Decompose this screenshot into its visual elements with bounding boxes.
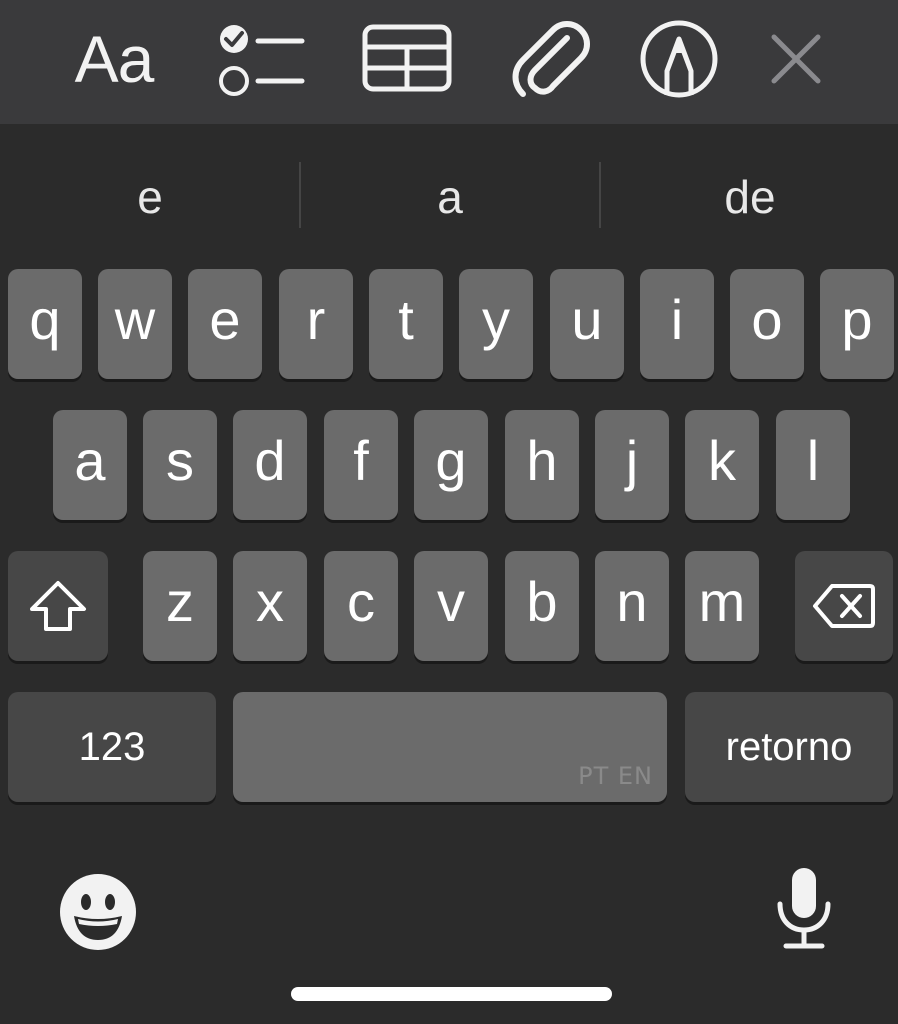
key-a[interactable]: a xyxy=(53,410,127,520)
key-label: s xyxy=(166,429,194,492)
microphone-icon xyxy=(777,868,831,949)
delete-key[interactable] xyxy=(795,551,893,661)
key-u[interactable]: u xyxy=(550,269,624,379)
markup-button[interactable] xyxy=(629,14,729,104)
key-z[interactable]: z xyxy=(143,551,217,661)
table-button[interactable] xyxy=(357,14,457,104)
key-label: w xyxy=(114,288,156,351)
key-label: y xyxy=(482,288,510,351)
numbers-key-label: 123 xyxy=(78,725,146,769)
key-label: b xyxy=(526,570,558,633)
paperclip-icon xyxy=(512,21,590,97)
key-b[interactable]: b xyxy=(505,551,579,661)
home-indicator[interactable] xyxy=(291,987,612,1001)
key-s[interactable]: s xyxy=(143,410,217,520)
suggestion-item[interactable]: a xyxy=(300,162,600,232)
key-x[interactable]: x xyxy=(233,551,307,661)
format-text-button[interactable]: Aa xyxy=(64,14,164,104)
markup-pen-icon xyxy=(640,20,718,98)
key-p[interactable]: p xyxy=(820,269,894,379)
dictation-button[interactable] xyxy=(772,866,836,950)
space-language-indicator: PT EN xyxy=(578,762,653,790)
key-y[interactable]: y xyxy=(459,269,533,379)
key-h[interactable]: h xyxy=(505,410,579,520)
key-label: i xyxy=(670,288,684,351)
format-text-label: Aa xyxy=(74,22,155,96)
table-icon xyxy=(362,24,452,92)
key-label: q xyxy=(29,288,61,351)
key-label: v xyxy=(437,570,465,633)
key-w[interactable]: w xyxy=(98,269,172,379)
key-t[interactable]: t xyxy=(369,269,443,379)
key-label: p xyxy=(841,288,873,351)
predictive-suggestions-bar: e a de xyxy=(0,124,898,264)
key-k[interactable]: k xyxy=(685,410,759,520)
suggestion-item[interactable]: e xyxy=(0,162,300,232)
key-g[interactable]: g xyxy=(414,410,488,520)
key-label: c xyxy=(347,570,375,633)
key-label: o xyxy=(751,288,783,351)
close-icon xyxy=(771,34,821,84)
keyboard-screen: Aa e a de q w e r t y u i o p a s d f g … xyxy=(0,0,898,1024)
key-label: a xyxy=(74,429,106,492)
key-label: h xyxy=(526,429,558,492)
key-label: d xyxy=(254,429,286,492)
key-m[interactable]: m xyxy=(685,551,759,661)
key-r[interactable]: r xyxy=(279,269,353,379)
key-c[interactable]: c xyxy=(324,551,398,661)
key-n[interactable]: n xyxy=(595,551,669,661)
close-toolbar-button[interactable] xyxy=(746,14,846,104)
key-label: u xyxy=(571,288,603,351)
key-label: l xyxy=(806,429,820,492)
key-label: f xyxy=(353,429,369,492)
key-label: j xyxy=(625,429,639,492)
checklist-icon xyxy=(219,25,305,96)
key-d[interactable]: d xyxy=(233,410,307,520)
key-label: g xyxy=(435,429,467,492)
backspace-icon xyxy=(813,584,875,628)
key-label: n xyxy=(616,570,648,633)
key-label: k xyxy=(708,429,736,492)
attachment-button[interactable] xyxy=(500,14,600,104)
key-label: e xyxy=(209,288,241,351)
format-toolbar: Aa xyxy=(0,0,898,124)
key-label: m xyxy=(698,570,746,633)
numbers-key[interactable]: 123 xyxy=(8,692,216,802)
key-q[interactable]: q xyxy=(8,269,82,379)
key-o[interactable]: o xyxy=(730,269,804,379)
key-j[interactable]: j xyxy=(595,410,669,520)
return-key-label: retorno xyxy=(725,725,853,769)
key-l[interactable]: l xyxy=(776,410,850,520)
key-label: z xyxy=(166,570,194,633)
checklist-button[interactable] xyxy=(210,14,310,104)
return-key[interactable]: retorno xyxy=(685,692,893,802)
key-label: x xyxy=(256,570,284,633)
shift-key[interactable] xyxy=(8,551,108,661)
key-i[interactable]: i xyxy=(640,269,714,379)
space-bar[interactable]: PT EN xyxy=(233,692,667,802)
shift-icon xyxy=(30,581,86,631)
key-e[interactable]: e xyxy=(188,269,262,379)
key-label: r xyxy=(306,288,326,351)
emoji-icon xyxy=(60,874,136,950)
key-label: t xyxy=(398,288,414,351)
emoji-button[interactable] xyxy=(58,872,138,952)
key-f[interactable]: f xyxy=(324,410,398,520)
suggestion-item[interactable]: de xyxy=(600,162,898,232)
key-v[interactable]: v xyxy=(414,551,488,661)
